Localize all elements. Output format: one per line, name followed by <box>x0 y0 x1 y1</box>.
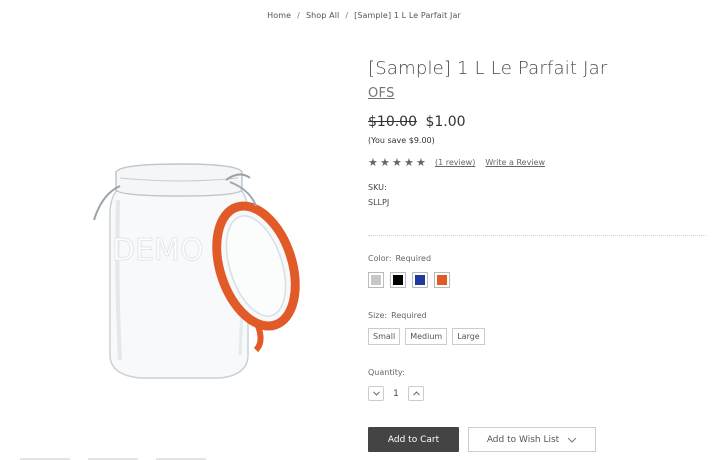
increase-quantity-button[interactable] <box>408 386 424 401</box>
size-label-text: Size: <box>368 311 388 320</box>
size-options: Small Medium Large <box>368 328 485 345</box>
product-title: [Sample] 1 L Le Parfait Jar <box>368 58 608 79</box>
wishlist-label: Add to Wish List <box>486 434 560 445</box>
breadcrumb-separator: / <box>297 11 300 20</box>
color-swatch-blue[interactable] <box>412 272 428 288</box>
sku-label: SKU: <box>368 183 387 192</box>
color-swatch-black[interactable] <box>390 272 406 288</box>
original-price: $10.00 <box>368 114 417 130</box>
color-swatch-silver[interactable] <box>368 272 384 288</box>
brand-link[interactable]: OFS <box>368 86 395 101</box>
size-label: Size: Required <box>368 311 427 320</box>
write-review-link[interactable]: Write a Review <box>485 158 545 167</box>
size-medium-button[interactable]: Medium <box>405 328 448 345</box>
breadcrumb-home[interactable]: Home <box>267 11 291 20</box>
chevron-down-icon <box>567 437 577 443</box>
color-label-text: Color: <box>368 254 392 263</box>
divider <box>368 235 706 236</box>
quantity-input[interactable]: 1 <box>384 389 408 399</box>
breadcrumb-current[interactable]: [Sample] 1 L Le Parfait Jar <box>354 11 461 20</box>
review-count-link[interactable]: (1 review) <box>435 158 475 167</box>
breadcrumb-shop-all[interactable]: Shop All <box>306 11 339 20</box>
add-to-wishlist-button[interactable]: Add to Wish List <box>468 427 596 452</box>
jar-image: DEMO <box>93 163 300 379</box>
color-label: Color: Required <box>368 254 431 263</box>
savings-text: (You save $9.00) <box>368 136 435 145</box>
star-icon: ★ <box>368 156 378 169</box>
price: $10.00 $1.00 <box>368 114 466 130</box>
star-icon: ★ <box>380 156 390 169</box>
size-small-button[interactable]: Small <box>368 328 401 345</box>
breadcrumb: Home / Shop All / [Sample] 1 L Le Parfait Ja… <box>0 11 728 20</box>
color-swatch-orange[interactable] <box>434 272 450 288</box>
demo-watermark: DEMO <box>112 233 204 268</box>
chevron-up-icon <box>412 391 420 396</box>
chevron-down-icon <box>372 391 380 396</box>
sku-value: SLLPJ <box>368 198 390 207</box>
sale-price: $1.00 <box>425 114 466 130</box>
star-icon: ★ <box>416 156 426 169</box>
color-swatches <box>368 272 450 288</box>
required-text: Required <box>395 254 432 263</box>
decrease-quantity-button[interactable] <box>368 386 384 401</box>
quantity-label: Quantity: <box>368 368 405 377</box>
rating: ★ ★ ★ ★ ★ (1 review) Write a Review <box>368 157 545 168</box>
size-large-button[interactable]: Large <box>452 328 485 345</box>
star-rating: ★ ★ ★ ★ ★ <box>368 157 427 168</box>
required-text: Required <box>391 311 427 320</box>
quantity-stepper: 1 <box>368 386 424 401</box>
breadcrumb-separator: / <box>345 11 349 20</box>
star-icon: ★ <box>392 156 402 169</box>
star-icon: ★ <box>404 156 414 169</box>
product-image[interactable]: DEMO <box>80 150 320 390</box>
add-to-cart-button[interactable]: Add to Cart <box>368 427 459 452</box>
